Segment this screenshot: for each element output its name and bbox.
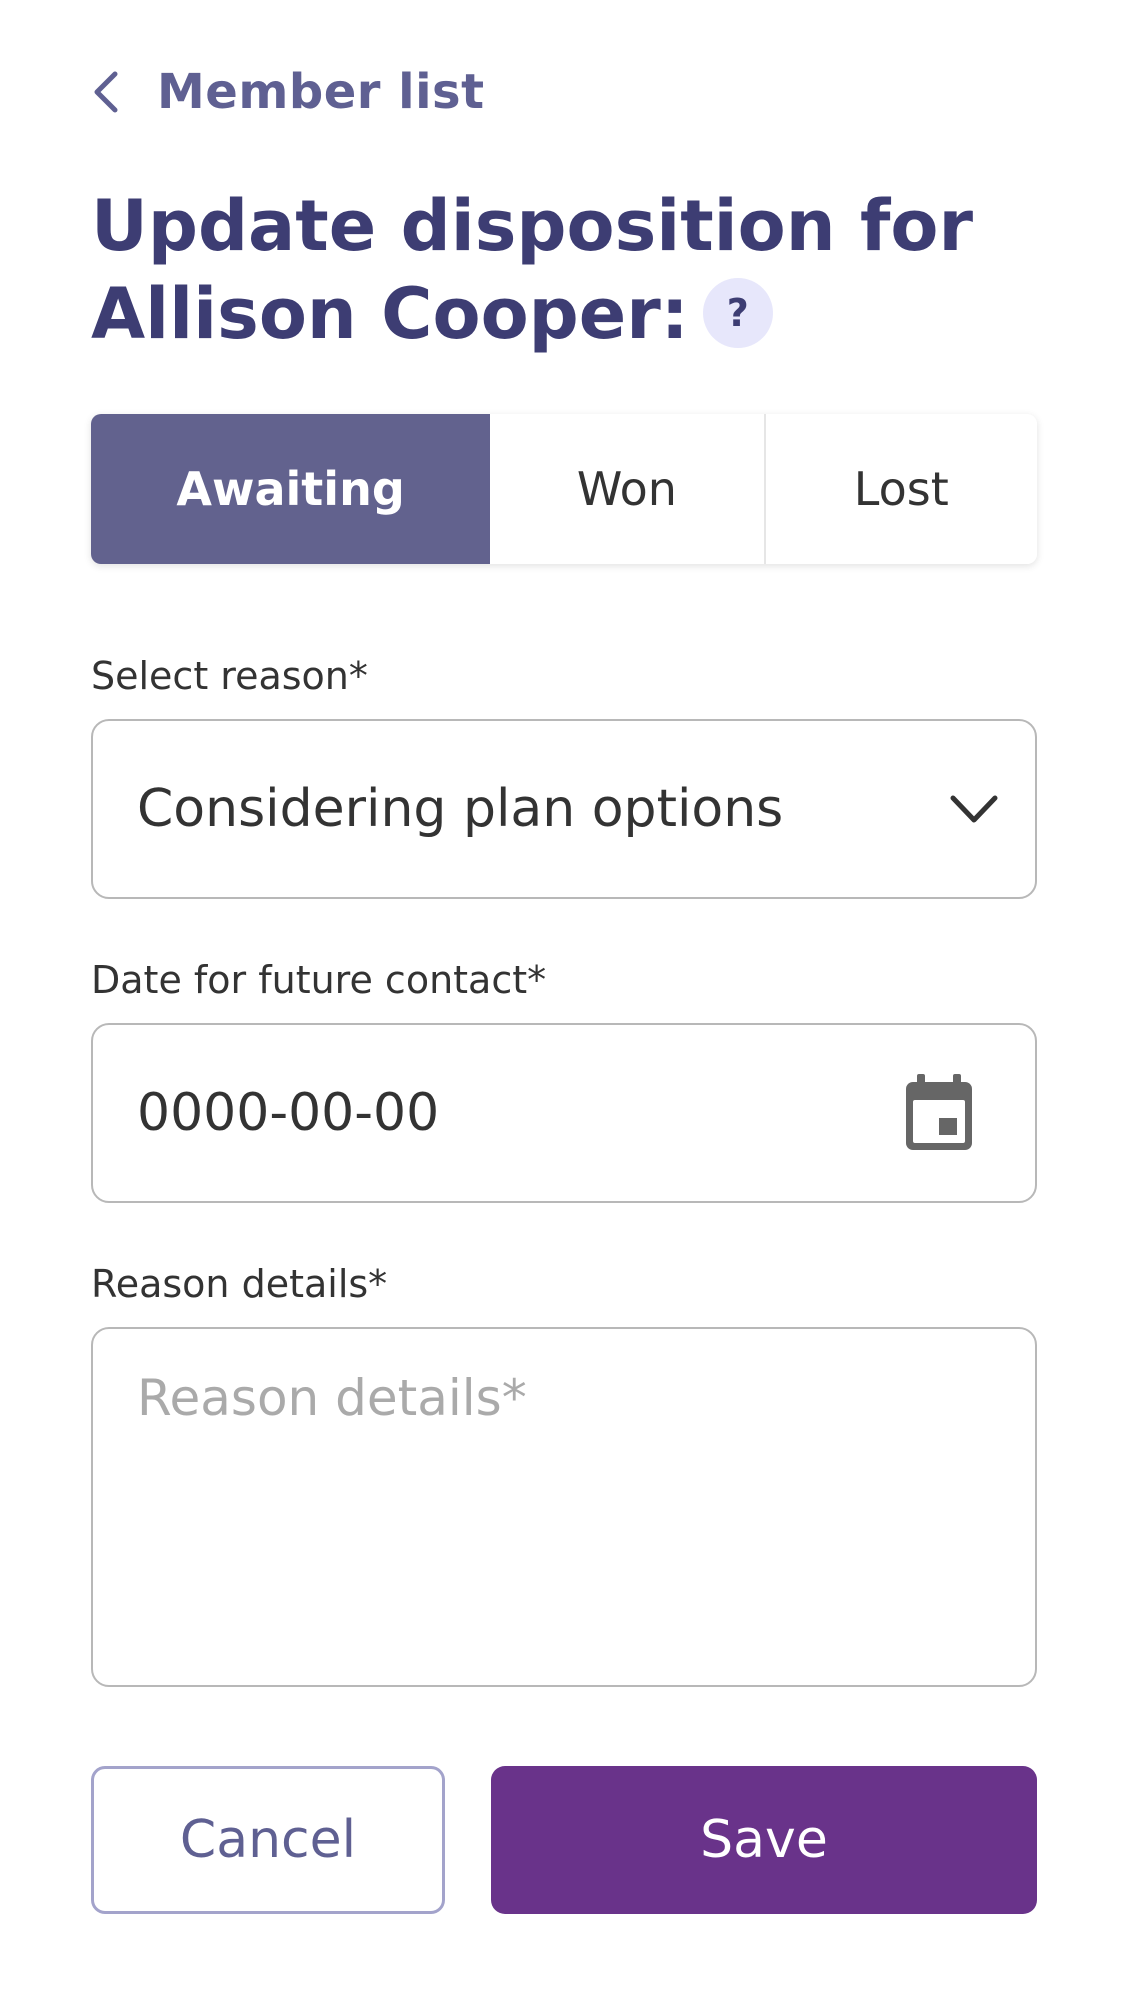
select-reason-label: Select reason* (91, 654, 368, 698)
page-title-line-1: Update disposition for (91, 185, 974, 267)
cancel-button[interactable]: Cancel (91, 1766, 445, 1914)
future-contact-date-label: Date for future contact* (91, 958, 547, 1002)
member-name: Allison Cooper: (91, 273, 689, 355)
page-title: Update disposition for Allison Cooper:? (91, 182, 1037, 358)
tab-lost[interactable]: Lost (765, 414, 1037, 564)
help-icon[interactable]: ? (702, 277, 773, 348)
future-contact-date-value: 0000-00-00 (137, 1083, 440, 1143)
tab-awaiting[interactable]: Awaiting (91, 414, 491, 564)
select-reason-value: Considering plan options (137, 779, 784, 839)
help-glyph: ? (726, 290, 749, 335)
disposition-status-tabs: Awaiting Won Lost (91, 414, 1037, 564)
chevron-left-icon (91, 70, 121, 114)
back-to-member-list-link[interactable]: Member list (91, 60, 485, 124)
tab-won[interactable]: Won (490, 414, 766, 564)
future-contact-date-input[interactable]: 0000-00-00 (91, 1023, 1037, 1203)
reason-details-box[interactable] (91, 1327, 1037, 1687)
reason-details-textarea[interactable] (137, 1369, 997, 1649)
reason-details-label: Reason details* (91, 1262, 388, 1306)
chevron-down-icon (949, 784, 999, 834)
page-title-line-2: Allison Cooper:? (91, 270, 1037, 358)
back-link-label: Member list (157, 64, 485, 120)
calendar-icon[interactable] (903, 1074, 975, 1152)
save-button[interactable]: Save (491, 1766, 1037, 1914)
select-reason-dropdown[interactable]: Considering plan options (91, 719, 1037, 899)
